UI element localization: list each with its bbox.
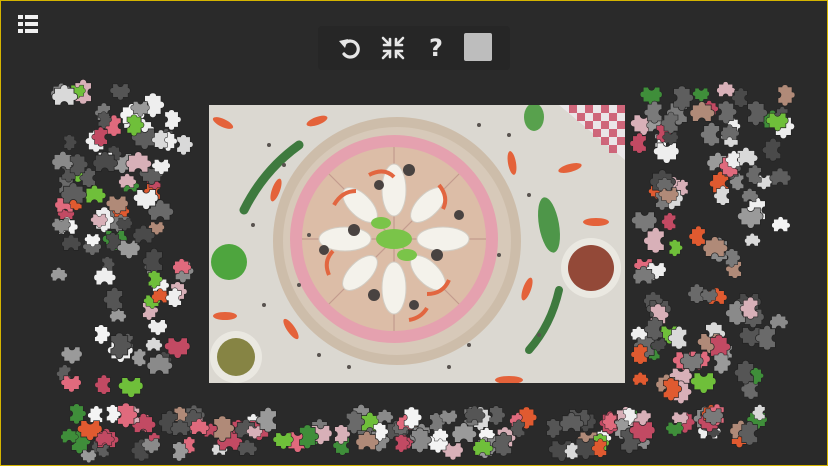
puzzle-piece[interactable]	[632, 263, 657, 292]
pizza-image	[209, 105, 625, 383]
puzzle-piece[interactable]	[91, 111, 114, 130]
puzzle-piece[interactable]	[51, 81, 80, 114]
puzzle-piece[interactable]	[116, 369, 144, 401]
puzzle-piece[interactable]	[95, 428, 116, 453]
puzzle-piece[interactable]	[656, 175, 675, 198]
puzzle-piece[interactable]	[559, 409, 586, 440]
puzzle-piece[interactable]	[706, 352, 734, 376]
puzzle-piece[interactable]	[163, 286, 189, 308]
puzzle-piece[interactable]	[60, 179, 89, 212]
puzzle-piece[interactable]	[253, 405, 285, 433]
puzzle-piece[interactable]	[737, 295, 766, 320]
puzzle-piece[interactable]	[562, 441, 585, 460]
puzzle-piece[interactable]	[83, 227, 101, 249]
puzzle-piece[interactable]	[702, 233, 730, 265]
puzzle-piece[interactable]	[165, 441, 191, 463]
puzzle-piece[interactable]	[141, 270, 165, 290]
puzzle-piece[interactable]	[172, 256, 193, 281]
puzzle-piece[interactable]	[62, 153, 91, 178]
puzzle-piece[interactable]	[665, 85, 697, 113]
puzzle-piece[interactable]	[710, 100, 740, 126]
puzzle-piece[interactable]	[291, 424, 322, 451]
puzzle-piece[interactable]	[50, 265, 69, 288]
puzzle-piece[interactable]	[115, 211, 133, 233]
puzzle-piece[interactable]	[769, 165, 793, 193]
menu-list-icon[interactable]	[17, 14, 39, 34]
puzzle-piece[interactable]	[131, 181, 159, 213]
puzzle-piece[interactable]	[771, 214, 792, 239]
piece-tray-bottom	[55, 400, 775, 463]
puzzle-piece[interactable]	[662, 239, 685, 258]
puzzle-piece[interactable]	[731, 358, 762, 385]
puzzle-piece[interactable]	[61, 232, 83, 258]
undo-icon[interactable]	[336, 34, 364, 62]
puzzle-piece[interactable]	[628, 342, 655, 365]
puzzle-piece[interactable]	[237, 437, 259, 463]
puzzle-piece[interactable]	[125, 148, 154, 181]
puzzle-piece[interactable]	[146, 350, 175, 383]
puzzle-piece[interactable]	[723, 149, 747, 169]
puzzle-piece[interactable]	[600, 411, 624, 431]
puzzle-piece[interactable]	[170, 417, 192, 443]
puzzle-piece[interactable]	[355, 428, 381, 458]
puzzle-piece[interactable]	[711, 184, 737, 206]
preview-square-icon[interactable]	[464, 33, 492, 61]
puzzle-piece[interactable]	[109, 402, 141, 430]
puzzle-piece[interactable]	[129, 94, 150, 119]
help-icon[interactable]: ?	[422, 34, 450, 62]
puzzle-piece[interactable]	[376, 407, 395, 430]
puzzle-piece[interactable]	[759, 136, 789, 162]
puzzle-piece[interactable]	[403, 427, 435, 455]
puzzle-board[interactable]	[209, 105, 625, 383]
puzzle-piece[interactable]	[93, 264, 118, 293]
puzzle-piece[interactable]	[59, 368, 82, 395]
puzzle-piece[interactable]	[149, 128, 175, 150]
puzzle-piece[interactable]	[92, 148, 120, 180]
shrink-icon[interactable]	[379, 34, 407, 62]
piece-tray-right	[628, 78, 798, 408]
puzzle-piece[interactable]	[489, 430, 520, 457]
puzzle-piece[interactable]	[627, 413, 656, 446]
puzzle-piece[interactable]	[661, 125, 679, 147]
puzzle-piece[interactable]	[632, 370, 650, 392]
puzzle-piece[interactable]	[735, 419, 766, 446]
piece-tray-left	[50, 75, 200, 400]
puzzle-piece[interactable]	[770, 84, 798, 108]
puzzle-piece[interactable]	[641, 315, 671, 341]
puzzle-piece[interactable]	[108, 76, 131, 103]
puzzle-piece[interactable]	[140, 431, 161, 456]
puzzle-piece[interactable]	[735, 199, 764, 232]
puzzle-piece[interactable]	[589, 437, 614, 458]
puzzle-piece[interactable]	[664, 415, 684, 439]
puzzle-piece[interactable]	[752, 323, 784, 351]
toolbar: ?	[318, 26, 510, 70]
puzzle-piece[interactable]	[205, 415, 238, 444]
puzzle-piece[interactable]	[699, 282, 718, 305]
puzzle-piece[interactable]	[739, 100, 771, 128]
puzzle-piece[interactable]	[627, 131, 654, 154]
puzzle-piece[interactable]	[92, 373, 118, 395]
puzzle-piece[interactable]	[744, 231, 762, 253]
puzzle-piece[interactable]	[701, 401, 724, 428]
